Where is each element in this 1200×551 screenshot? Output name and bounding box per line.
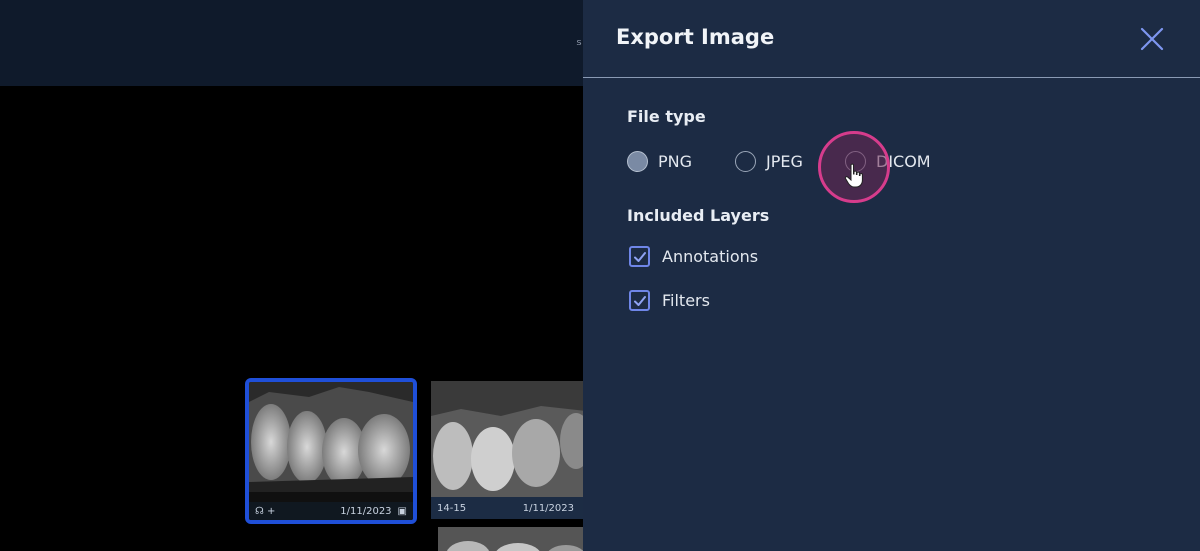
xray-image bbox=[431, 381, 586, 497]
checkbox-annotations[interactable]: Annotations bbox=[629, 246, 758, 267]
radio-button-selected[interactable] bbox=[627, 150, 648, 172]
file-type-radio-group: PNG JPEG DICOM bbox=[627, 148, 931, 174]
xray-image bbox=[438, 527, 586, 551]
checkbox-label: Filters bbox=[662, 291, 710, 310]
radio-button[interactable] bbox=[845, 150, 866, 172]
radio-button[interactable] bbox=[735, 150, 756, 172]
radio-label: JPEG bbox=[766, 151, 803, 171]
thumbnail-date: 1/11/2023 bbox=[522, 502, 574, 514]
image-icon: ▣ bbox=[397, 505, 407, 517]
thumbnail-footer: ☊ + 1/11/2023 ▣ bbox=[249, 502, 413, 520]
checkbox-checked[interactable] bbox=[629, 246, 650, 267]
thumbnail-tooth: 14-15 bbox=[437, 502, 467, 514]
thumbnail-date: 1/11/2023 bbox=[340, 505, 392, 517]
radio-label: PNG bbox=[658, 151, 693, 171]
checkbox-label: Annotations bbox=[662, 247, 759, 266]
xray-thumbnail[interactable]: 14-15 1/11/2023 bbox=[431, 381, 586, 519]
xray-thumbnail[interactable] bbox=[438, 527, 586, 551]
radio-dicom[interactable]: DICOM bbox=[845, 150, 931, 172]
file-type-label: File type bbox=[627, 107, 706, 126]
panel-title: Export Image bbox=[616, 25, 775, 49]
close-button[interactable] bbox=[1139, 26, 1165, 52]
export-image-panel: Export Image File type PNG JPEG DICOM In… bbox=[583, 0, 1200, 551]
xray-thumbnail-selected[interactable]: ☊ + 1/11/2023 ▣ bbox=[245, 378, 417, 524]
tooth-icon: ☊ + bbox=[255, 505, 276, 517]
app-header: ₛ bbox=[0, 0, 583, 86]
checkbox-filters[interactable]: Filters bbox=[629, 290, 710, 311]
radio-jpeg[interactable]: JPEG bbox=[735, 150, 845, 172]
thumbnail-footer: 14-15 1/11/2023 bbox=[431, 497, 586, 519]
check-icon bbox=[633, 295, 646, 306]
check-icon bbox=[633, 251, 646, 262]
close-icon bbox=[1140, 27, 1164, 51]
checkbox-checked[interactable] bbox=[629, 290, 650, 311]
xray-image bbox=[249, 382, 413, 492]
radio-png[interactable]: PNG bbox=[627, 150, 735, 172]
panel-header: Export Image bbox=[583, 0, 1200, 78]
included-layers-label: Included Layers bbox=[627, 206, 770, 225]
radio-label: DICOM bbox=[876, 151, 931, 171]
